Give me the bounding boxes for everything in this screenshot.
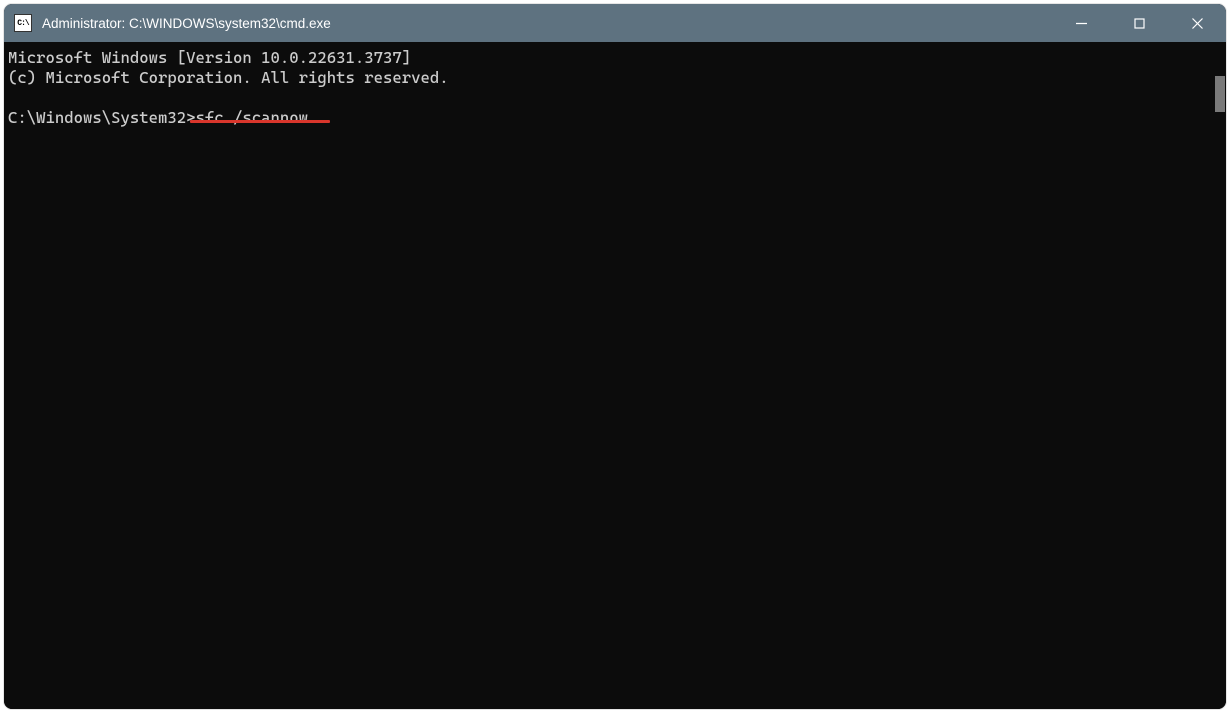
minimize-button[interactable] [1052, 4, 1110, 42]
close-button[interactable] [1168, 4, 1226, 42]
terminal-output[interactable]: Microsoft Windows [Version 10.0.22631.37… [4, 42, 1208, 709]
maximize-icon [1134, 18, 1145, 29]
maximize-button[interactable] [1110, 4, 1168, 42]
prompt: C:\Windows\System32> [8, 108, 196, 127]
titlebar[interactable]: C:\ Administrator: C:\WINDOWS\system32\c… [4, 4, 1226, 42]
cmd-icon: C:\ [14, 14, 32, 32]
close-icon [1192, 18, 1203, 29]
copyright-line: (c) Microsoft Corporation. All rights re… [8, 68, 449, 87]
window-controls [1052, 4, 1226, 42]
version-line: Microsoft Windows [Version 10.0.22631.37… [8, 48, 411, 67]
annotation-underline [190, 120, 330, 123]
window-title: Administrator: C:\WINDOWS\system32\cmd.e… [42, 16, 1052, 31]
cmd-window: C:\ Administrator: C:\WINDOWS\system32\c… [4, 4, 1226, 709]
cmd-icon-label: C:\ [17, 19, 28, 28]
terminal-wrapper: Microsoft Windows [Version 10.0.22631.37… [4, 42, 1226, 709]
command-input[interactable]: sfc /scannow [196, 108, 309, 127]
scrollbar-thumb[interactable] [1215, 76, 1225, 112]
minimize-icon [1076, 18, 1087, 29]
scrollbar-track[interactable] [1208, 42, 1226, 709]
